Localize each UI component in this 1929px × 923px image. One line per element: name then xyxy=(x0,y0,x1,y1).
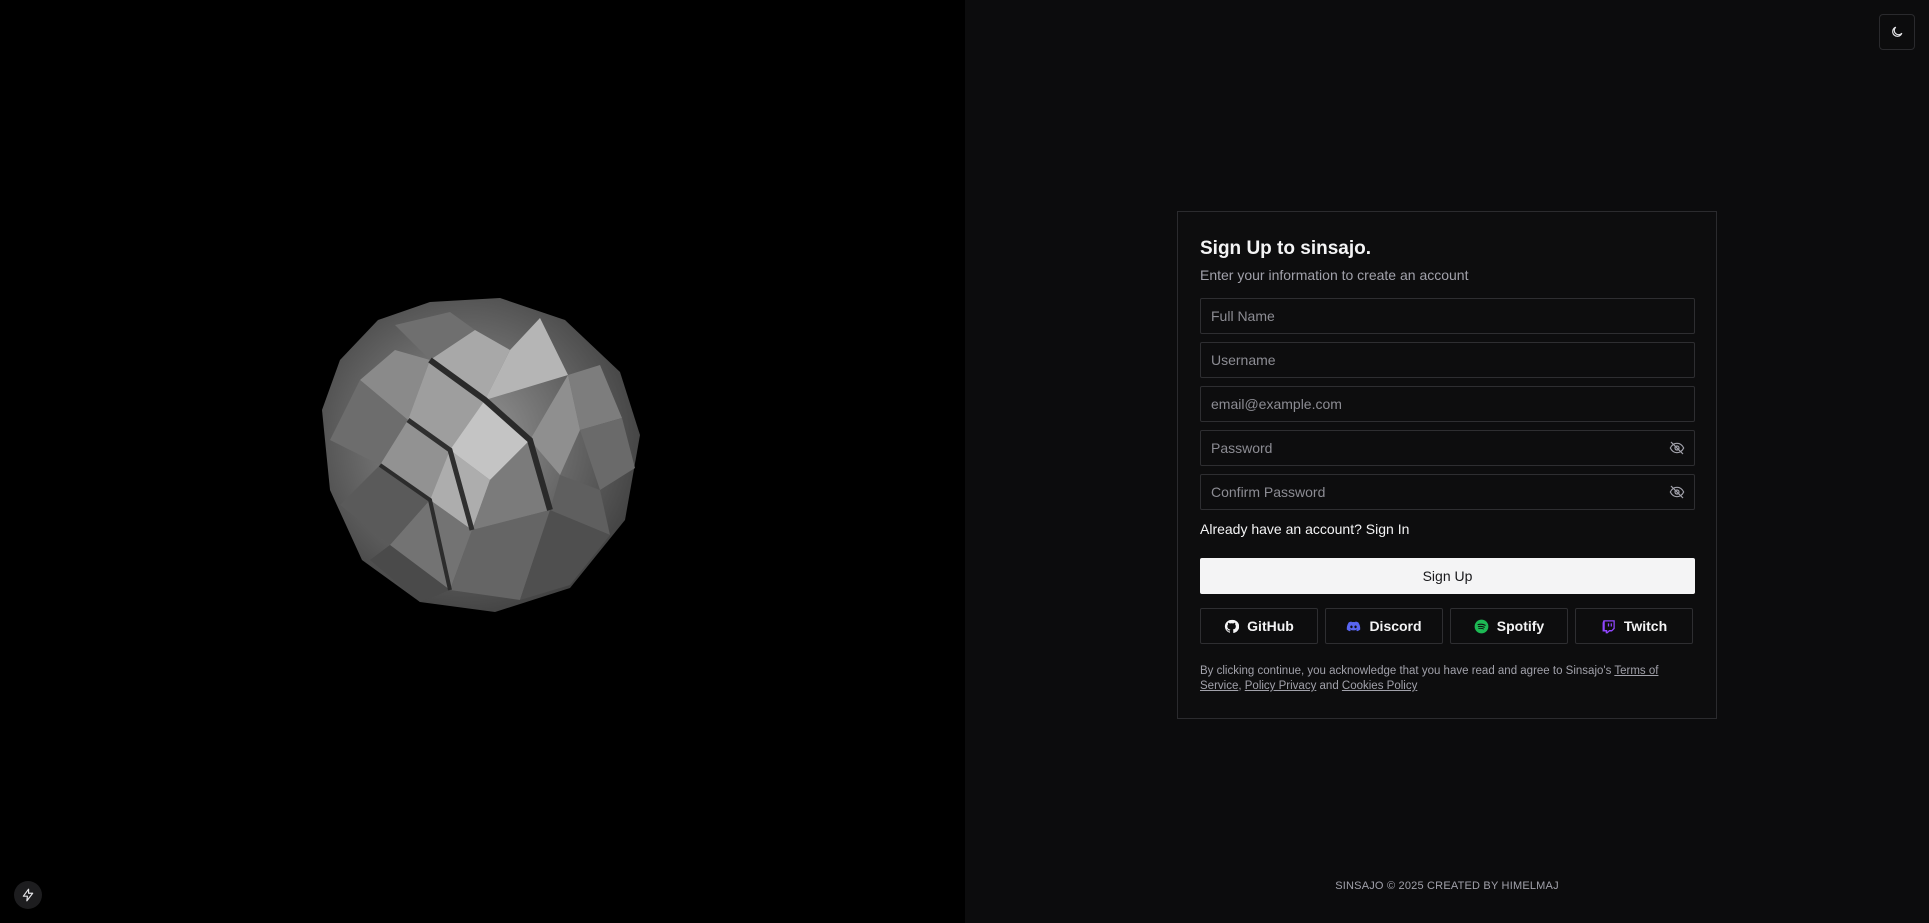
legal-prefix: By clicking continue, you acknowledge th… xyxy=(1200,665,1615,677)
password-input[interactable] xyxy=(1200,430,1695,466)
github-icon xyxy=(1225,619,1240,633)
discord-icon xyxy=(1347,621,1361,631)
full-name-field-wrapper xyxy=(1200,298,1695,334)
legal-notice: By clicking continue, you acknowledge th… xyxy=(1200,664,1694,694)
twitch-label: Twitch xyxy=(1623,618,1668,634)
twitch-icon xyxy=(1602,619,1615,633)
sign-in-link[interactable]: Already have an account? Sign In xyxy=(1200,520,1694,538)
sign-up-button[interactable]: Sign Up xyxy=(1200,558,1695,594)
confirm-password-field-wrapper xyxy=(1200,474,1695,510)
discord-label: Discord xyxy=(1369,618,1422,634)
spotify-icon xyxy=(1474,619,1489,633)
bolt-button[interactable] xyxy=(14,881,42,909)
spotify-button[interactable]: Spotify xyxy=(1450,608,1568,644)
cookies-policy-link[interactable]: Cookies Policy xyxy=(1342,680,1417,692)
username-field-wrapper xyxy=(1200,342,1695,378)
hero-pane xyxy=(0,0,965,923)
discord-button[interactable]: Discord xyxy=(1325,608,1443,644)
theme-toggle-button[interactable] xyxy=(1879,14,1915,50)
twitch-button[interactable]: Twitch xyxy=(1575,608,1693,644)
full-name-input[interactable] xyxy=(1200,298,1695,334)
moon-icon xyxy=(1892,26,1903,37)
password-field-wrapper xyxy=(1200,430,1695,466)
spotify-label: Spotify xyxy=(1496,618,1545,634)
form-pane: Sign Up to sinsajo. Enter your informati… xyxy=(965,0,1929,923)
privacy-policy-link[interactable]: Policy Privacy xyxy=(1245,680,1317,692)
page-subtitle: Enter your information to create an acco… xyxy=(1200,267,1469,283)
polyhedron-sphere-graphic xyxy=(322,298,640,612)
eye-off-icon[interactable] xyxy=(1669,484,1685,500)
eye-off-icon[interactable] xyxy=(1669,440,1685,456)
legal-separator: and xyxy=(1316,680,1342,692)
bolt-icon xyxy=(22,888,34,902)
signup-card: Sign Up to sinsajo. Enter your informati… xyxy=(1177,211,1717,719)
page: Sign Up to sinsajo. Enter your informati… xyxy=(0,0,1929,923)
confirm-password-input[interactable] xyxy=(1200,474,1695,510)
email-field-wrapper xyxy=(1200,386,1695,422)
signup-form xyxy=(1200,298,1695,510)
github-button[interactable]: GitHub xyxy=(1200,608,1318,644)
page-title: Sign Up to sinsajo. xyxy=(1200,238,1372,259)
username-input[interactable] xyxy=(1200,342,1695,378)
social-login-row: GitHub Discord Spotify Twitch xyxy=(1200,608,1694,644)
email-input[interactable] xyxy=(1200,386,1695,422)
footer-credit: SINSAJO © 2025 CREATED BY HIMELMAJ xyxy=(1335,880,1559,892)
github-label: GitHub xyxy=(1247,618,1294,634)
